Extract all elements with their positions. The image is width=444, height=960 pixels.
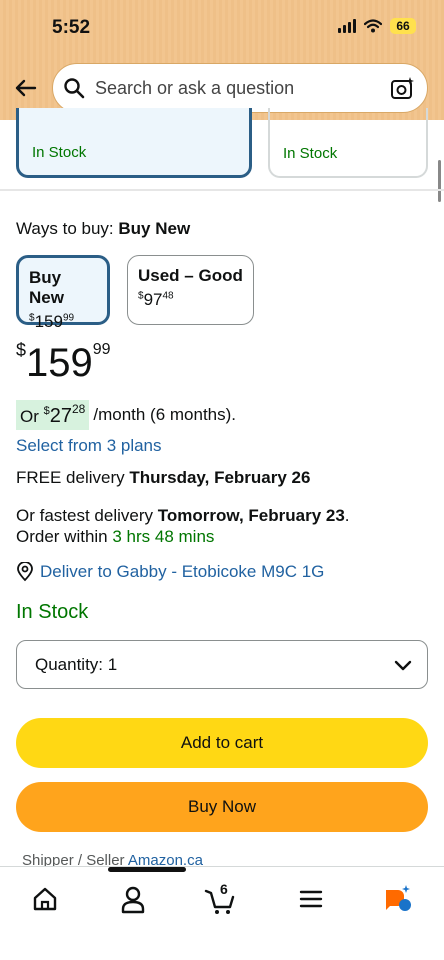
ways-to-buy: Ways to buy: Buy New [16, 219, 190, 239]
cart-count: 6 [220, 881, 228, 897]
stock-status: In Stock [16, 601, 89, 623]
chevron-down-icon [394, 660, 412, 671]
bottom-nav: 6 [0, 866, 444, 960]
wifi-icon [364, 19, 382, 33]
select-plans-link[interactable]: Select from 3 plans [16, 436, 162, 456]
home-indicator [108, 867, 186, 872]
monthly-suffix: /month (6 months). [93, 405, 237, 424]
fastest-delivery: Or fastest delivery Tomorrow, February 2… [16, 506, 350, 525]
variant-card-selected[interactable]: In Stock [16, 108, 252, 178]
deliver-to-text: Deliver to Gabby - Etobicoke M9C 1G [40, 562, 325, 581]
status-time: 5:52 [52, 17, 91, 38]
variant-stock: In Stock [283, 145, 338, 162]
signal-icon [338, 19, 356, 33]
ways-to-buy-selected: Buy New [118, 219, 191, 238]
buy-now-button[interactable]: Buy Now [16, 782, 428, 832]
divider [0, 189, 444, 191]
cart-icon[interactable]: 6 [200, 881, 240, 917]
ways-to-buy-label: Ways to buy: [16, 219, 114, 238]
option-name: Used – Good [138, 266, 243, 285]
time-left: 3 hrs 48 mins [112, 527, 215, 546]
quantity-label: Quantity: 1 [35, 655, 118, 674]
battery-indicator: 66 [390, 18, 416, 34]
variant-card[interactable]: In Stock [268, 108, 428, 178]
camera-search-icon[interactable] [389, 75, 415, 101]
back-arrow-icon[interactable] [13, 75, 39, 101]
variant-stock: In Stock [32, 144, 87, 161]
scrollbar[interactable] [438, 160, 441, 202]
price: $15999 [16, 340, 111, 385]
option-price: $15999 [29, 312, 75, 331]
search-input[interactable]: Search or ask a question [52, 63, 428, 113]
option-name: Buy New [29, 268, 64, 307]
header: 5:52 66 Search or ask a question [0, 0, 444, 120]
home-icon[interactable] [25, 881, 65, 917]
account-icon[interactable] [113, 881, 153, 917]
location-pin-icon [17, 562, 33, 582]
order-within: Order within 3 hrs 48 mins [16, 527, 215, 546]
monthly-highlight: Or $2728 [16, 400, 90, 430]
monthly-payment: Or $2728 /month (6 months). [16, 400, 236, 430]
add-to-cart-button[interactable]: Add to cart [16, 718, 428, 768]
rufus-assistant-icon[interactable] [378, 881, 418, 917]
deliver-to-link[interactable]: Deliver to Gabby - Etobicoke M9C 1G [16, 562, 324, 582]
search-icon [64, 78, 85, 99]
buy-new-option[interactable]: Buy New $15999 [16, 255, 110, 331]
option-price: $9748 [138, 290, 174, 309]
used-good-option[interactable]: Used – Good $9748 [127, 255, 254, 325]
status-icons: 66 [338, 18, 416, 34]
search-placeholder: Search or ask a question [95, 78, 295, 98]
quantity-select[interactable]: Quantity: 1 [16, 640, 428, 689]
free-delivery: FREE delivery Thursday, February 26 [16, 468, 311, 487]
menu-icon[interactable] [291, 881, 331, 917]
